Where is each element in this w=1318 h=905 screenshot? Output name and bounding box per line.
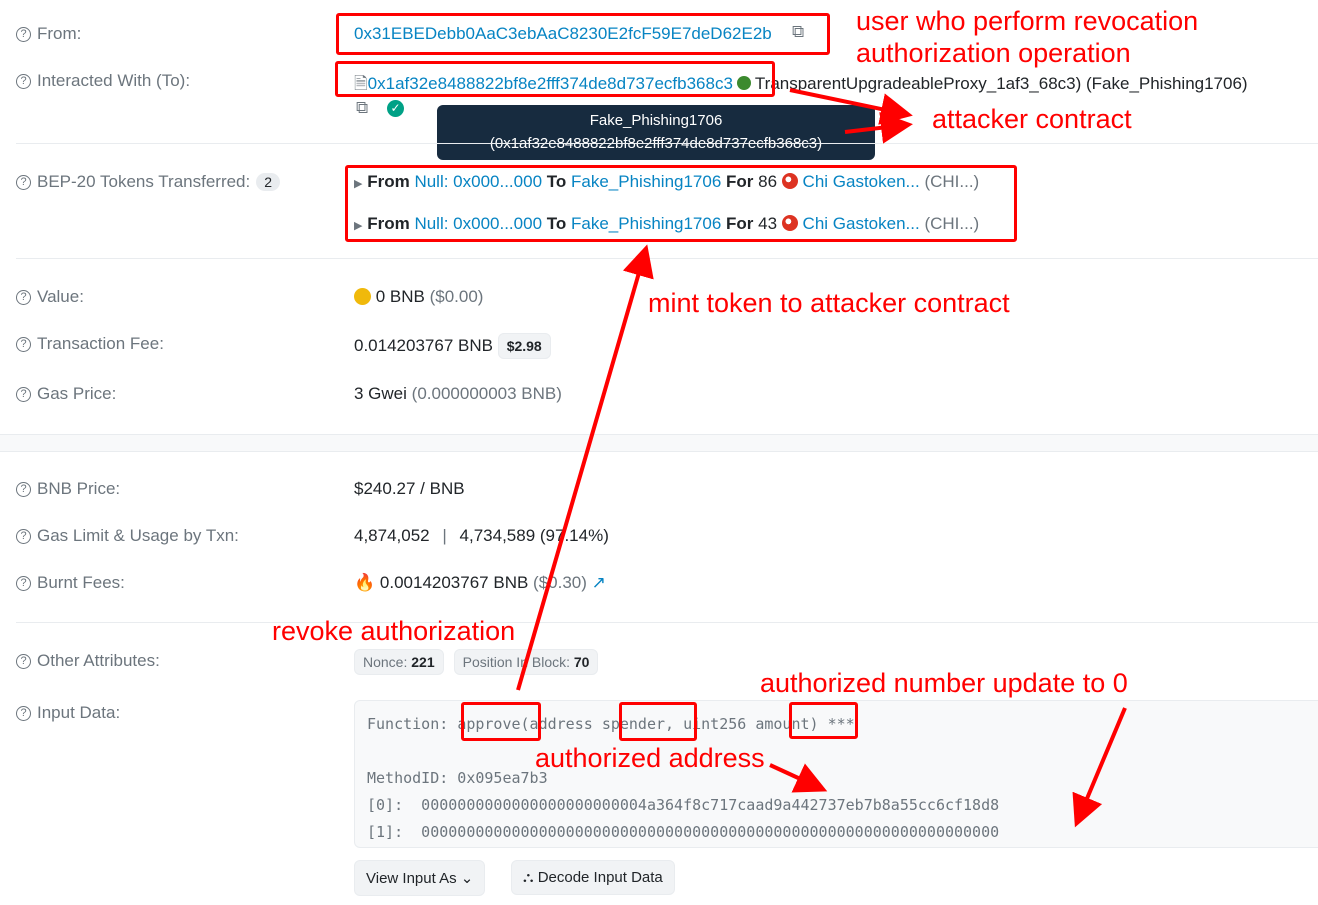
annotation-arrows: [516, 88, 1127, 828]
